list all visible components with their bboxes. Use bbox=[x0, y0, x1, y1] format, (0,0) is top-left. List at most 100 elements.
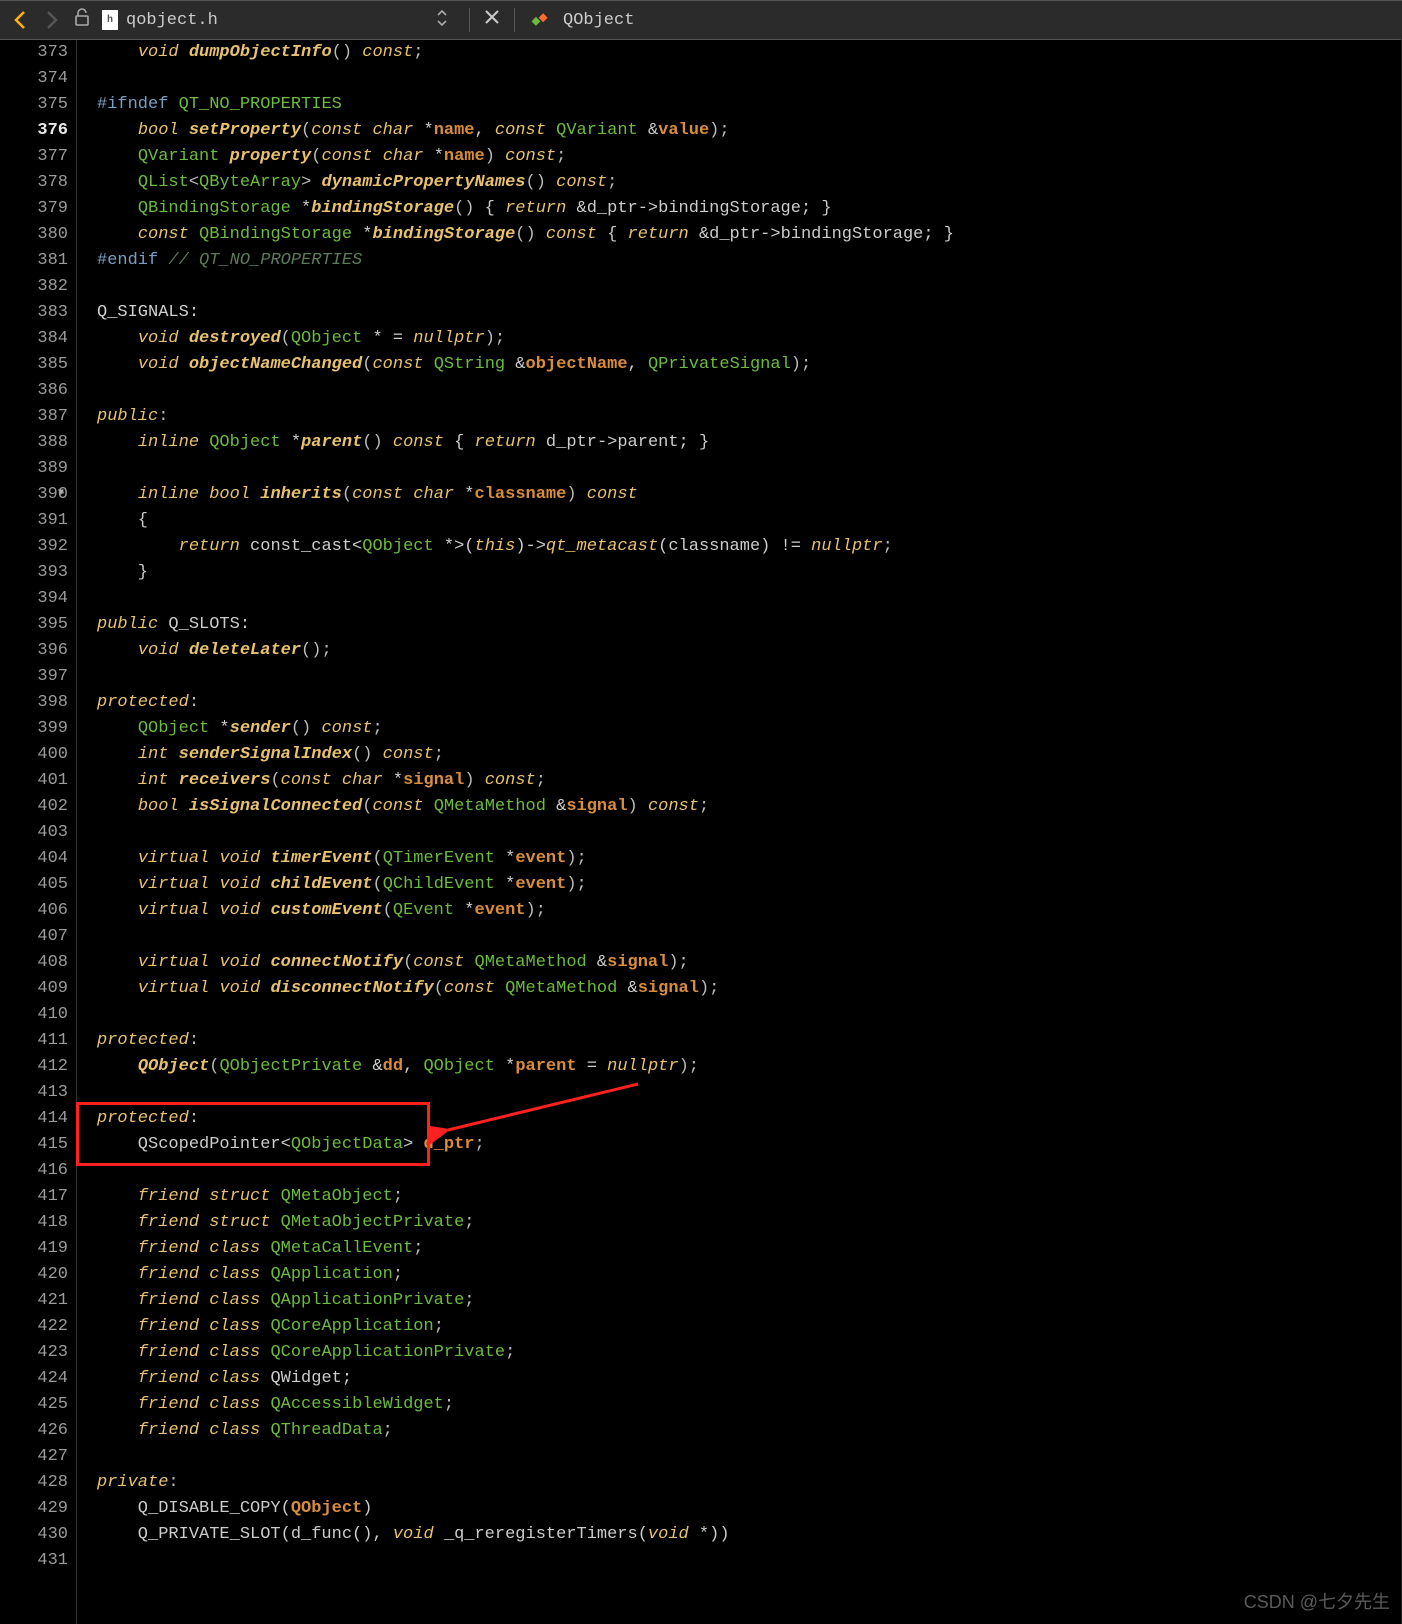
line-number: 427 bbox=[0, 1444, 68, 1470]
line-number: 413 bbox=[0, 1080, 68, 1106]
toolbar: h qobject.h QObject bbox=[0, 0, 1402, 40]
nav-forward-button[interactable] bbox=[40, 8, 64, 32]
line-number: 388 bbox=[0, 430, 68, 456]
line-number: 403 bbox=[0, 820, 68, 846]
code-line[interactable]: public Q_SLOTS: bbox=[97, 612, 954, 638]
line-number: 408 bbox=[0, 950, 68, 976]
code-line[interactable] bbox=[97, 820, 954, 846]
code-line[interactable]: #endif // QT_NO_PROPERTIES bbox=[97, 248, 954, 274]
code-line[interactable]: friend class QCoreApplication; bbox=[97, 1314, 954, 1340]
code-line[interactable]: const QBindingStorage *bindingStorage() … bbox=[97, 222, 954, 248]
line-number: 384 bbox=[0, 326, 68, 352]
fold-toggle-icon[interactable]: ▼ bbox=[58, 488, 64, 499]
line-number: 393 bbox=[0, 560, 68, 586]
code-line[interactable]: #ifndef QT_NO_PROPERTIES bbox=[97, 92, 954, 118]
line-number: 412 bbox=[0, 1054, 68, 1080]
line-number: 411 bbox=[0, 1028, 68, 1054]
code-line[interactable]: friend class QMetaCallEvent; bbox=[97, 1236, 954, 1262]
code-line[interactable] bbox=[97, 1444, 954, 1470]
code-line[interactable]: private: bbox=[97, 1470, 954, 1496]
lock-icon[interactable] bbox=[74, 8, 90, 32]
symbol-label[interactable]: QObject bbox=[563, 11, 634, 30]
line-number: 396 bbox=[0, 638, 68, 664]
code-line[interactable]: void deleteLater(); bbox=[97, 638, 954, 664]
line-number: 385 bbox=[0, 352, 68, 378]
code-line[interactable]: bool isSignalConnected(const QMetaMethod… bbox=[97, 794, 954, 820]
line-number: 426 bbox=[0, 1418, 68, 1444]
code-line[interactable]: return const_cast<QObject *>(this)->qt_m… bbox=[97, 534, 954, 560]
line-number: 397 bbox=[0, 664, 68, 690]
line-number: 399 bbox=[0, 716, 68, 742]
code-line[interactable] bbox=[97, 1548, 954, 1574]
code-line[interactable]: Q_DISABLE_COPY(QObject) bbox=[97, 1496, 954, 1522]
code-line[interactable]: Q_SIGNALS: bbox=[97, 300, 954, 326]
annotation-arrow bbox=[428, 1078, 648, 1148]
code-line[interactable]: virtual void timerEvent(QTimerEvent *eve… bbox=[97, 846, 954, 872]
code-editor[interactable]: 3733743753763773783793803813823833843853… bbox=[0, 40, 1402, 1624]
line-number: 375 bbox=[0, 92, 68, 118]
code-line[interactable]: { bbox=[97, 508, 954, 534]
code-line[interactable]: void dumpObjectInfo() const; bbox=[97, 40, 954, 66]
code-line[interactable] bbox=[97, 66, 954, 92]
code-line[interactable] bbox=[97, 1002, 954, 1028]
code-line[interactable]: virtual void connectNotify(const QMetaMe… bbox=[97, 950, 954, 976]
code-line[interactable]: friend class QApplicationPrivate; bbox=[97, 1288, 954, 1314]
highlight-annotation-box bbox=[76, 1102, 430, 1166]
code-line[interactable] bbox=[97, 924, 954, 950]
code-line[interactable] bbox=[97, 456, 954, 482]
code-line[interactable]: QObject(QObjectPrivate &dd, QObject *par… bbox=[97, 1054, 954, 1080]
code-line[interactable]: protected: bbox=[97, 690, 954, 716]
close-button[interactable] bbox=[484, 9, 500, 32]
watermark: CSDN @七夕先生 bbox=[1244, 1588, 1390, 1614]
code-line[interactable]: } bbox=[97, 560, 954, 586]
code-line[interactable]: bool setProperty(const char *name, const… bbox=[97, 118, 954, 144]
code-line[interactable]: Q_PRIVATE_SLOT(d_func(), void _q_reregis… bbox=[97, 1522, 954, 1548]
separator bbox=[514, 8, 515, 32]
code-line[interactable]: int senderSignalIndex() const; bbox=[97, 742, 954, 768]
code-line[interactable]: friend class QWidget; bbox=[97, 1366, 954, 1392]
line-number: 431 bbox=[0, 1548, 68, 1574]
code-line[interactable] bbox=[97, 378, 954, 404]
code-line[interactable]: friend class QCoreApplicationPrivate; bbox=[97, 1340, 954, 1366]
code-line[interactable] bbox=[97, 664, 954, 690]
code-line[interactable] bbox=[97, 586, 954, 612]
line-number: 422 bbox=[0, 1314, 68, 1340]
code-line[interactable]: inline bool inherits(const char *classna… bbox=[97, 482, 954, 508]
dropdown-icon bbox=[437, 10, 447, 31]
code-line[interactable]: virtual void childEvent(QChildEvent *eve… bbox=[97, 872, 954, 898]
code-line[interactable]: friend class QAccessibleWidget; bbox=[97, 1392, 954, 1418]
line-number: 401 bbox=[0, 768, 68, 794]
code-line[interactable]: friend struct QMetaObject; bbox=[97, 1184, 954, 1210]
code-line[interactable]: friend class QThreadData; bbox=[97, 1418, 954, 1444]
code-line[interactable]: virtual void disconnectNotify(const QMet… bbox=[97, 976, 954, 1002]
line-number: 419 bbox=[0, 1236, 68, 1262]
header-file-icon: h bbox=[102, 10, 118, 30]
line-number: 389 bbox=[0, 456, 68, 482]
code-line[interactable]: QObject *sender() const; bbox=[97, 716, 954, 742]
nav-back-button[interactable] bbox=[8, 8, 32, 32]
line-number: 407 bbox=[0, 924, 68, 950]
code-line[interactable]: friend class QApplication; bbox=[97, 1262, 954, 1288]
code-line[interactable]: void objectNameChanged(const QString &ob… bbox=[97, 352, 954, 378]
code-line[interactable]: QList<QByteArray> dynamicPropertyNames()… bbox=[97, 170, 954, 196]
code-line[interactable]: protected: bbox=[97, 1028, 954, 1054]
code-line[interactable]: void destroyed(QObject * = nullptr); bbox=[97, 326, 954, 352]
chevron-right-icon bbox=[45, 10, 59, 30]
code-line[interactable]: friend struct QMetaObjectPrivate; bbox=[97, 1210, 954, 1236]
code-line[interactable]: QBindingStorage *bindingStorage() { retu… bbox=[97, 196, 954, 222]
code-line[interactable] bbox=[97, 274, 954, 300]
file-selector[interactable]: h qobject.h bbox=[100, 5, 455, 35]
code-line[interactable]: int receivers(const char *signal) const; bbox=[97, 768, 954, 794]
code-line[interactable]: public: bbox=[97, 404, 954, 430]
code-area[interactable]: void dumpObjectInfo() const; #ifndef QT_N… bbox=[76, 40, 954, 1624]
code-line[interactable]: inline QObject *parent() const { return … bbox=[97, 430, 954, 456]
code-line[interactable]: virtual void customEvent(QEvent *event); bbox=[97, 898, 954, 924]
line-number: 415 bbox=[0, 1132, 68, 1158]
file-name-label: qobject.h bbox=[126, 11, 437, 30]
line-gutter: 3733743753763773783793803813823833843853… bbox=[0, 40, 76, 1624]
app-window: h qobject.h QObject 37337437537637737837… bbox=[0, 0, 1402, 1624]
code-line[interactable]: QVariant property(const char *name) cons… bbox=[97, 144, 954, 170]
class-icon bbox=[531, 11, 549, 29]
line-number: 400 bbox=[0, 742, 68, 768]
line-number: 428 bbox=[0, 1470, 68, 1496]
